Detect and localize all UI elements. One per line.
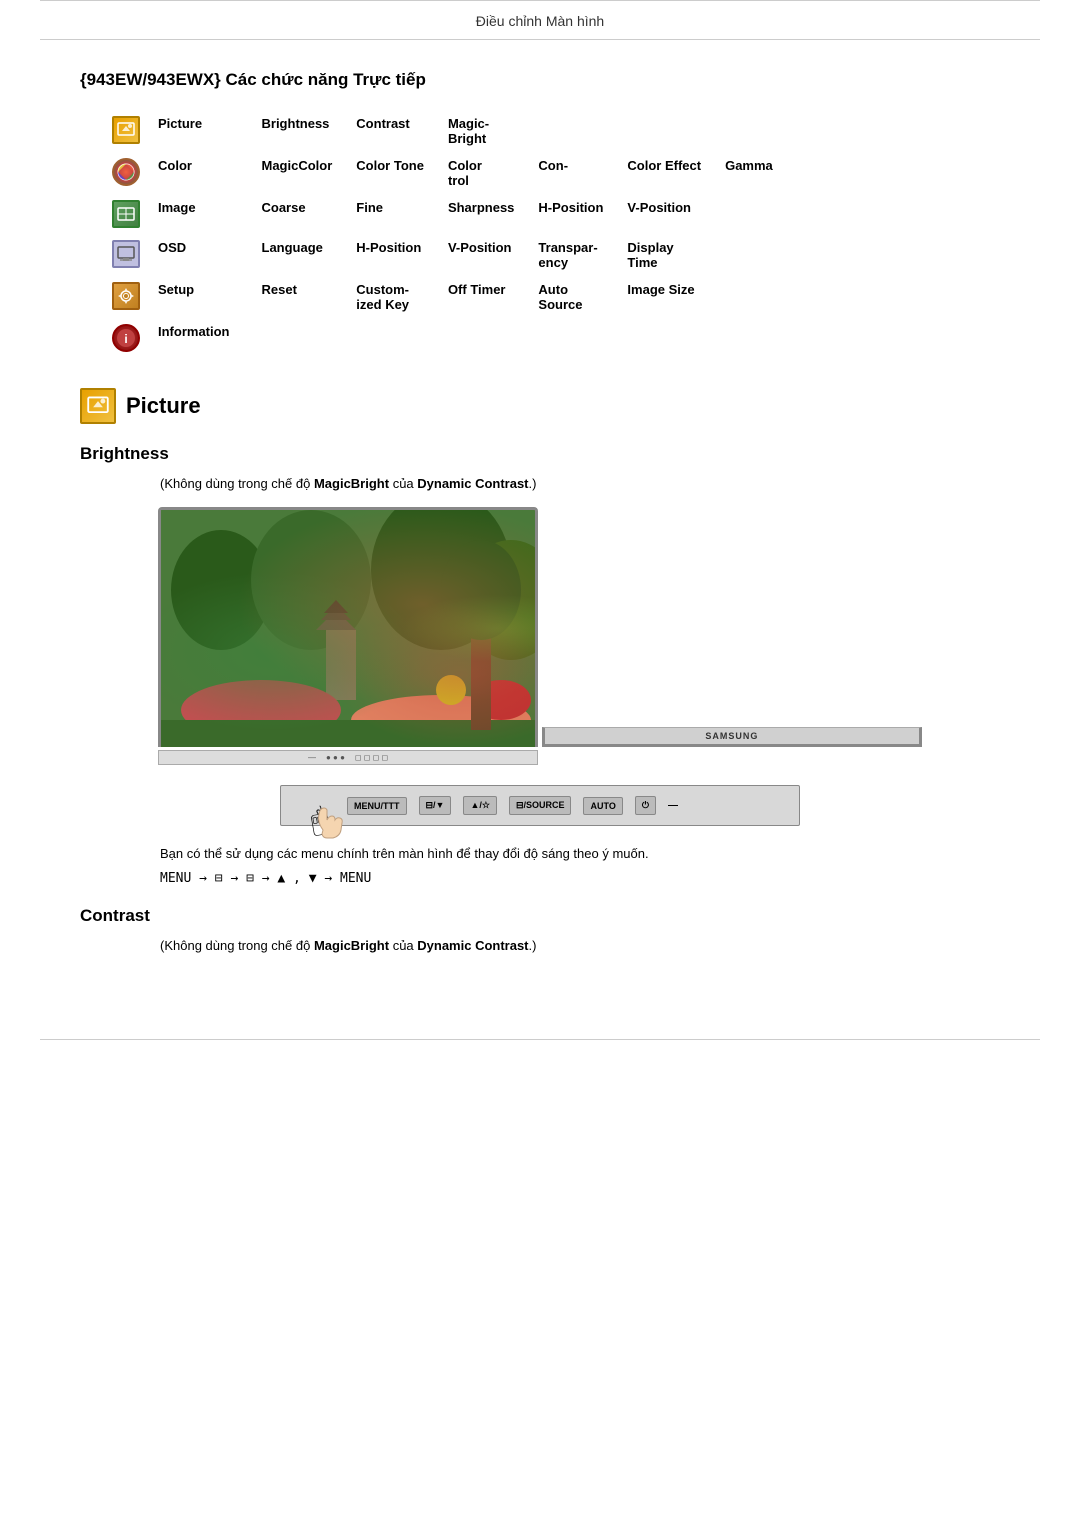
- image-sub2: Fine: [344, 194, 436, 234]
- image-icon-cell: [100, 194, 146, 234]
- monitor-image-container: SAMSUNG — ● ● ● ◻ ◻ ◻ ◻: [80, 507, 1000, 765]
- image-sub1: Coarse: [250, 194, 345, 234]
- picture-icon-cell: [100, 110, 146, 152]
- color-icon: [112, 158, 140, 186]
- setup-sub1: Reset: [250, 276, 345, 318]
- hand-svg: [309, 800, 345, 844]
- menu-row-information: i Information: [100, 318, 785, 358]
- setup-sub4: AutoSource: [526, 276, 615, 318]
- osd-auto-btn: AUTO: [583, 797, 622, 815]
- image-icon-svg: [117, 205, 135, 223]
- color-label: Color: [146, 152, 250, 194]
- picture-sub2: Contrast: [344, 110, 436, 152]
- osd-icon-svg: [117, 245, 135, 263]
- hand-icon: [309, 800, 345, 847]
- osd-btn3: ▲/☆: [463, 796, 496, 815]
- setup-sub3: Off Timer: [436, 276, 526, 318]
- picture-label: Picture: [146, 110, 250, 152]
- osd-icon-cell: [100, 234, 146, 276]
- osd-container: 🖱 MENU/TTT ⊟/▼ ▲/☆ ⊟/SOURCE AUTO ⏻ —: [80, 785, 1000, 826]
- menu-row-osd: OSD Language H-Position V-Position Trans…: [100, 234, 785, 276]
- ctrl-label3: ◻ ◻ ◻ ◻: [355, 753, 388, 762]
- menu-row-color: Color MagicColor Color Tone Colortrol Co…: [100, 152, 785, 194]
- menu-table: Picture Brightness Contrast Magic-Bright: [100, 110, 785, 358]
- monitor-brand: SAMSUNG: [705, 731, 758, 741]
- color-icon-cell: [100, 152, 146, 194]
- osd-btn2: ⊟/▼: [419, 796, 452, 815]
- monitor-screen: [158, 507, 538, 747]
- ctrl-label1: —: [308, 753, 316, 762]
- image-icon: [112, 200, 140, 228]
- color-icon-svg: [116, 162, 136, 182]
- main-content: {943EW/943EWX} Các chức năng Trực tiếp P…: [0, 40, 1080, 1009]
- image-label: Image: [146, 194, 250, 234]
- monitor-control-bar: — ● ● ● ◻ ◻ ◻ ◻: [158, 750, 538, 765]
- setup-icon-svg: [116, 286, 136, 306]
- image-sub4: H-Position: [526, 194, 615, 234]
- osd-label: OSD: [146, 234, 250, 276]
- page-title: Điều chỉnh Màn hình: [40, 1, 1040, 40]
- color-sub4: Con-: [526, 152, 615, 194]
- contrast-note: (Không dùng trong chế độ MagicBright của…: [160, 938, 1000, 953]
- picture-sub3: Magic-Bright: [436, 110, 526, 152]
- menu-row-image: Image Coarse Fine Sharpness H-Position V…: [100, 194, 785, 234]
- osd-sub5: DisplayTime: [615, 234, 713, 276]
- svg-text:i: i: [124, 332, 127, 346]
- color-sub3: Colortrol: [436, 152, 526, 194]
- info-icon: i: [112, 324, 140, 352]
- picture-icon-svg: [117, 121, 135, 139]
- ctrl-label2: ● ● ●: [326, 753, 345, 762]
- picture-sub1: Brightness: [250, 110, 345, 152]
- osd-buttons: MENU/TTT ⊟/▼ ▲/☆ ⊟/SOURCE AUTO ⏻ —: [347, 796, 678, 815]
- picture-heading-text: Picture: [126, 393, 201, 419]
- osd-sub2: H-Position: [344, 234, 436, 276]
- picture-section-icon-svg: [87, 395, 109, 417]
- picture-section-heading: Picture: [80, 388, 1000, 424]
- setup-icon: [112, 282, 140, 310]
- info-icon-cell: i: [100, 318, 146, 358]
- section-heading: {943EW/943EWX} Các chức năng Trực tiếp: [80, 70, 1000, 90]
- color-sub1: MagicColor: [250, 152, 345, 194]
- setup-label: Setup: [146, 276, 250, 318]
- setup-sub5: Image Size: [615, 276, 713, 318]
- monitor-bottom: SAMSUNG: [542, 727, 922, 747]
- osd-power-btn: ⏻: [635, 796, 656, 815]
- picture-icon: [112, 116, 140, 144]
- image-sub3: Sharpness: [436, 194, 526, 234]
- image-sub5: V-Position: [615, 194, 713, 234]
- info-icon-svg: i: [116, 328, 136, 348]
- menu-row-setup: Setup Reset Custom-ized Key Off Timer Au…: [100, 276, 785, 318]
- brightness-heading: Brightness: [80, 444, 1000, 464]
- osd-menu-btn: MENU/TTT: [347, 797, 407, 815]
- setup-sub2: Custom-ized Key: [344, 276, 436, 318]
- osd-panel: 🖱 MENU/TTT ⊟/▼ ▲/☆ ⊟/SOURCE AUTO ⏻ —: [280, 785, 800, 826]
- brightness-note: (Không dùng trong chế độ MagicBright của…: [160, 476, 1000, 491]
- osd-icon: [112, 240, 140, 268]
- brightness-body-text: Bạn có thể sử dụng các menu chính trên m…: [160, 846, 1000, 861]
- picture-section-icon: [80, 388, 116, 424]
- monitor-scene-svg: [161, 510, 538, 747]
- color-sub6: Gamma: [713, 152, 785, 194]
- color-sub5: Color Effect: [615, 152, 713, 194]
- osd-btn4: ⊟/SOURCE: [509, 796, 572, 815]
- setup-icon-cell: [100, 276, 146, 318]
- contrast-heading: Contrast: [80, 906, 1000, 926]
- bottom-border: [40, 1039, 1040, 1040]
- osd-dash: —: [668, 800, 678, 811]
- osd-sub3: V-Position: [436, 234, 526, 276]
- color-sub2: Color Tone: [344, 152, 436, 194]
- information-label: Information: [146, 318, 250, 358]
- osd-sub4: Transpar-ency: [526, 234, 615, 276]
- menu-navigation: MENU → ⊟ → ⊟ → ▲ , ▼ → MENU: [160, 871, 1000, 886]
- menu-row-picture: Picture Brightness Contrast Magic-Bright: [100, 110, 785, 152]
- monitor-display: SAMSUNG — ● ● ● ◻ ◻ ◻ ◻: [158, 507, 922, 765]
- osd-sub1: Language: [250, 234, 345, 276]
